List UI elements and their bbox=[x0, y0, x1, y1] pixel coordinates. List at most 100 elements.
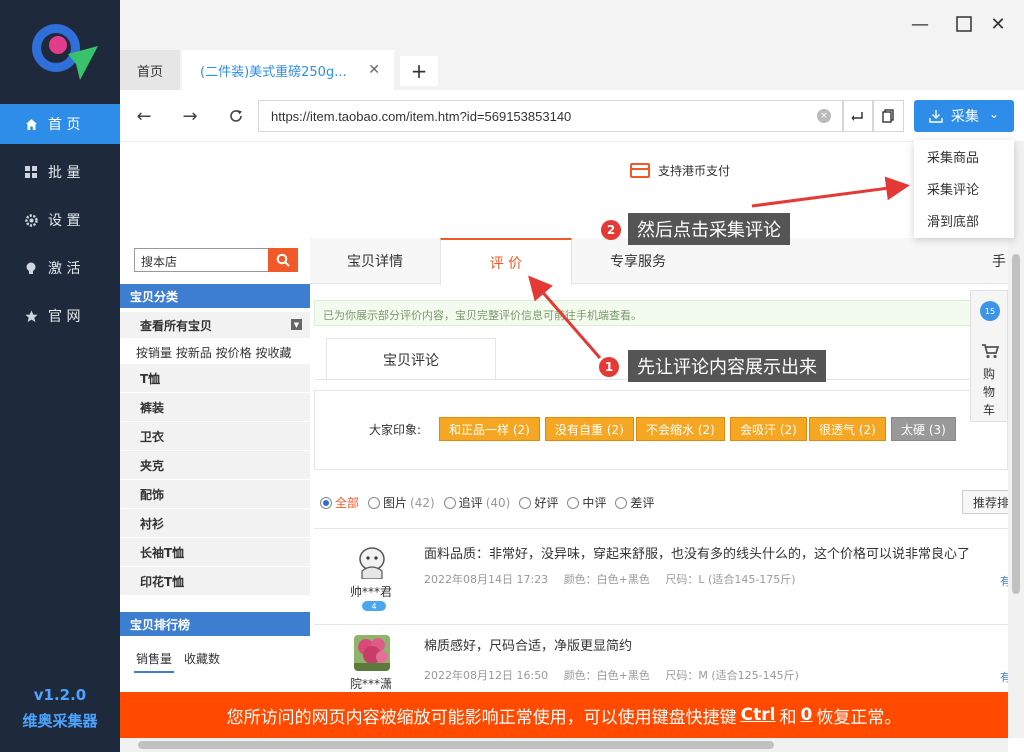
copy-button[interactable] bbox=[872, 100, 904, 132]
tab-home[interactable]: 首页 bbox=[120, 50, 180, 90]
tab-reviews[interactable]: 评 价 bbox=[440, 238, 572, 285]
tab-product-page[interactable]: (二件装)美式重磅250g... ✕ bbox=[182, 50, 394, 90]
scrollbar-thumb[interactable] bbox=[1012, 254, 1020, 594]
filter-label: 好评 bbox=[534, 496, 559, 510]
filter-followup[interactable]: 追评 (40) bbox=[443, 494, 510, 511]
sort-links[interactable]: 按销量 按新品 按价格 按收藏 bbox=[136, 344, 291, 361]
rank-tab-sales[interactable]: 销售量 bbox=[134, 646, 175, 673]
menu-item-scroll-bottom[interactable]: 滑到底部 bbox=[914, 204, 1014, 236]
rank-tab-favorites[interactable]: 收藏数 bbox=[182, 646, 222, 673]
category-item[interactable]: 长袖T恤 bbox=[120, 538, 310, 567]
review-user: 帅***君 bbox=[350, 585, 393, 599]
sidebar-item-batch[interactable]: 批 量 bbox=[0, 152, 120, 192]
review-item: 院***潇 棉质感好，尺码合适，净版更显简约 2022年08月12日 16:50… bbox=[314, 624, 1008, 692]
category-item[interactable]: 夹克 bbox=[120, 451, 310, 480]
shop-sidebar: 搜本店 宝贝分类 查看所有宝贝 ▼ 按销量 按新品 按价格 按收藏 T恤 裤装 … bbox=[120, 238, 310, 692]
tab-mobile[interactable]: 手 bbox=[990, 238, 1008, 284]
impression-tag[interactable]: 会吸汗 (2) bbox=[730, 417, 807, 441]
cart-icon[interactable] bbox=[980, 343, 1000, 359]
category-item[interactable]: 裤装 bbox=[120, 393, 310, 422]
review-color: 颜色：白色+黑色 bbox=[563, 669, 650, 682]
address-bar-row: ← → https://item.taobao.com/item.htm?id=… bbox=[120, 90, 1024, 142]
credit-card-icon bbox=[630, 163, 650, 178]
menu-item-collect-reviews[interactable]: 采集评论 bbox=[914, 172, 1014, 204]
category-item[interactable]: T恤 bbox=[120, 364, 310, 393]
horizontal-scrollbar[interactable] bbox=[120, 738, 1008, 752]
close-window-button[interactable]: ✕ bbox=[986, 12, 1010, 36]
all-items-label: 查看所有宝贝 bbox=[140, 318, 213, 333]
enter-button[interactable] bbox=[842, 100, 874, 132]
impression-tag[interactable]: 很透气 (2) bbox=[809, 417, 886, 441]
impression-label: 大家印象: bbox=[369, 423, 422, 437]
sidebar-item-activate[interactable]: 激 活 bbox=[0, 248, 120, 288]
review-date: 2022年08月12日 16:50 bbox=[424, 669, 549, 682]
all-items-link[interactable]: 查看所有宝贝 ▼ bbox=[120, 312, 310, 338]
radio-icon bbox=[320, 496, 332, 509]
banner-key-zero: 0 bbox=[800, 705, 813, 725]
category-item[interactable]: 卫衣 bbox=[120, 422, 310, 451]
app-window: 首 页 批 量 设 置 激 活 官 网 v1.2.0 维奥采集器 — ✕ 首页 … bbox=[0, 0, 1024, 752]
zoom-warning-banner: 您所访问的网页内容被缩放可能影响正常使用，可以使用键盘快捷键 Ctrl 和 0 … bbox=[120, 692, 1008, 738]
sidebar-item-label: 批 量 bbox=[48, 165, 81, 181]
clear-url-icon[interactable]: × bbox=[817, 109, 831, 123]
sidebar-item-label: 首 页 bbox=[48, 117, 81, 133]
review-useful-link[interactable]: 有 bbox=[1000, 573, 1008, 589]
step2-callout: 然后点击采集评论 bbox=[628, 213, 790, 245]
sidebar-item-label: 激 活 bbox=[48, 261, 81, 277]
filter-negative[interactable]: 差评 bbox=[615, 494, 654, 511]
collect-label: 采集 bbox=[950, 109, 979, 125]
review-size: 尺码：L (适合145-175斤) bbox=[665, 573, 796, 586]
rank-tabs: 销售量 收藏数 bbox=[134, 646, 230, 673]
url-input[interactable]: https://item.taobao.com/item.htm?id=5691… bbox=[258, 100, 844, 132]
sidebar-item-home[interactable]: 首 页 bbox=[0, 104, 120, 144]
review-meta: 2022年08月12日 16:50 颜色：白色+黑色 尺码：M (适合125-1… bbox=[424, 667, 811, 683]
filter-neutral[interactable]: 中评 bbox=[567, 494, 606, 511]
category-item[interactable]: 衬衫 bbox=[120, 509, 310, 538]
avatar bbox=[354, 635, 390, 671]
shop-search-button[interactable] bbox=[268, 248, 298, 272]
step-number-badge: 1 bbox=[599, 357, 619, 377]
banner-text-after: 恢复正常。 bbox=[816, 707, 902, 728]
top-count-icon[interactable]: 15 bbox=[980, 301, 1000, 321]
collect-dropdown: 采集商品 采集评论 滑到底部 bbox=[914, 140, 1014, 238]
minimize-button[interactable]: — bbox=[908, 12, 932, 36]
sidebar-item-website[interactable]: 官 网 bbox=[0, 296, 120, 336]
category-item[interactable]: 配饰 bbox=[120, 480, 310, 509]
back-button[interactable]: ← bbox=[132, 104, 156, 128]
impression-tag[interactable]: 没有自重 (2) bbox=[545, 417, 634, 441]
category-header: 宝贝分类 bbox=[120, 284, 310, 308]
cart-label[interactable]: 购物车 bbox=[983, 365, 997, 419]
star-icon bbox=[24, 309, 38, 323]
sort-button[interactable]: 推荐排 bbox=[962, 490, 1008, 514]
menu-item-collect-products[interactable]: 采集商品 bbox=[914, 140, 1014, 172]
category-item[interactable]: 印花T恤 bbox=[120, 567, 310, 596]
tab-item-detail[interactable]: 宝贝详情 bbox=[310, 238, 440, 284]
new-tab-button[interactable]: + bbox=[400, 56, 438, 86]
impression-tag[interactable]: 和正品一样 (2) bbox=[439, 417, 540, 441]
forward-button[interactable]: → bbox=[178, 104, 202, 128]
filter-label: 追评 bbox=[458, 496, 483, 510]
filter-positive[interactable]: 好评 bbox=[519, 494, 558, 511]
collapse-icon[interactable]: ▼ bbox=[291, 319, 302, 330]
review-subtab[interactable]: 宝贝评论 bbox=[326, 338, 496, 380]
filter-label: 中评 bbox=[582, 496, 607, 510]
impression-tag[interactable]: 不会缩水 (2) bbox=[636, 417, 725, 441]
review-useful-link[interactable]: 有 bbox=[1000, 669, 1008, 685]
filter-images[interactable]: 图片 (42) bbox=[368, 494, 435, 511]
web-page: 支持港币支付 搜本店 宝贝分类 查看所有宝贝 ▼ 按销量 按新品 按价格 按收藏… bbox=[120, 142, 1008, 692]
tab-close-icon[interactable]: ✕ bbox=[368, 62, 380, 78]
maximize-button[interactable] bbox=[952, 12, 976, 36]
shop-search-input[interactable]: 搜本店 bbox=[134, 248, 270, 272]
title-bar: — ✕ bbox=[120, 0, 1024, 50]
sidebar-item-settings[interactable]: 设 置 bbox=[0, 200, 120, 240]
collect-button[interactable]: 采集 ⌄ bbox=[914, 100, 1014, 132]
impression-tag[interactable]: 太硬 (3) bbox=[891, 417, 956, 441]
scrollbar-thumb[interactable] bbox=[138, 741, 774, 749]
avatar bbox=[354, 543, 390, 579]
review-item: 帅***君 4 面料品质：非常好，没异味，穿起来舒服，也没有多的线头什么的，这个… bbox=[314, 528, 1008, 624]
reload-button[interactable] bbox=[224, 104, 248, 128]
review-color: 颜色：白色+黑色 bbox=[563, 573, 650, 586]
filter-all[interactable]: 全部 bbox=[320, 494, 359, 511]
payment-info: 支持港币支付 bbox=[630, 162, 730, 179]
radio-icon bbox=[519, 496, 532, 509]
